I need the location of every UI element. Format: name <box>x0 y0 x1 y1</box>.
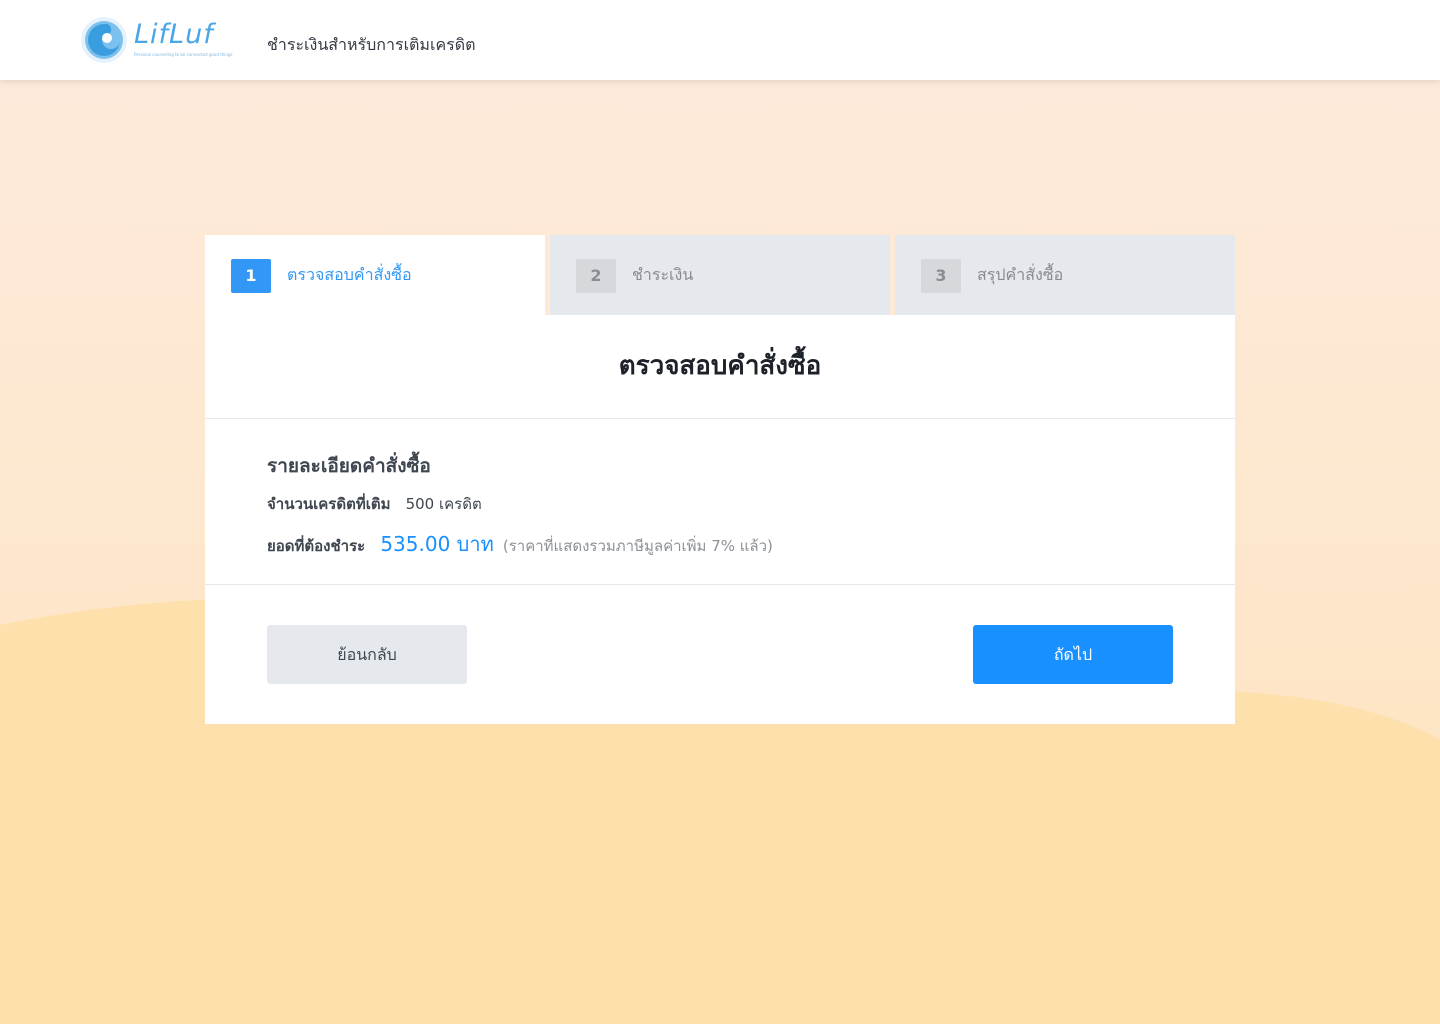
logo-swirl-icon <box>81 17 127 63</box>
logo-text: LifLuf <box>134 19 214 50</box>
amount-value: 535.00 บาท <box>380 532 494 556</box>
order-review-panel: ตรวจสอบคำสั่งซื้อ รายละเอียดคำสั่งซื้อ จ… <box>205 315 1235 724</box>
payment-amount-row: ยอดที่ต้องชำระ 535.00 บาท (ราคาที่แสดงรว… <box>267 528 773 560</box>
credit-value: 500 เครดิต <box>405 495 482 513</box>
step-label: สรุปคำสั่งซื้อ <box>977 265 1064 284</box>
lifluf-logo[interactable]: LifLuf Personal counseling to be connect… <box>80 16 233 66</box>
vat-note: (ราคาที่แสดงรวมภาษีมูลค่าเพิ่ม 7% แล้ว) <box>502 537 773 555</box>
step-review-order[interactable]: 1 ตรวจสอบคำสั่งซื้อ <box>205 235 545 315</box>
next-button[interactable]: ถัดไป <box>973 625 1173 684</box>
step-payment[interactable]: 2 ชำระเงิน <box>550 235 890 315</box>
back-button[interactable]: ย้อนกลับ <box>267 625 467 684</box>
step-tabs: 1 ตรวจสอบคำสั่งซื้อ 2 ชำระเงิน 3 สรุปคำส… <box>205 235 1235 315</box>
order-details-heading: รายละเอียดคำสั่งซื้อ <box>267 455 431 477</box>
logo-tagline: Personal counseling to be connected good… <box>134 52 233 57</box>
step-number: 1 <box>231 259 271 293</box>
checkout-card: 1 ตรวจสอบคำสั่งซื้อ 2 ชำระเงิน 3 สรุปคำส… <box>205 235 1235 724</box>
step-number: 3 <box>921 259 961 293</box>
amount-label: ยอดที่ต้องชำระ <box>267 537 366 555</box>
top-header: LifLuf Personal counseling to be connect… <box>0 0 1440 80</box>
page-title: ชำระเงินสำหรับการเติมเครดิต <box>267 35 476 54</box>
divider <box>205 584 1235 585</box>
step-label: ชำระเงิน <box>632 265 694 284</box>
panel-title: ตรวจสอบคำสั่งซื้อ <box>618 351 822 381</box>
step-number: 2 <box>576 259 616 293</box>
credit-amount-row: จำนวนเครดิตที่เติม 500 เครดิต <box>267 492 482 516</box>
divider <box>205 418 1235 419</box>
credit-label: จำนวนเครดิตที่เติม <box>267 495 391 513</box>
step-order-summary[interactable]: 3 สรุปคำสั่งซื้อ <box>895 235 1235 315</box>
step-label: ตรวจสอบคำสั่งซื้อ <box>287 265 412 284</box>
